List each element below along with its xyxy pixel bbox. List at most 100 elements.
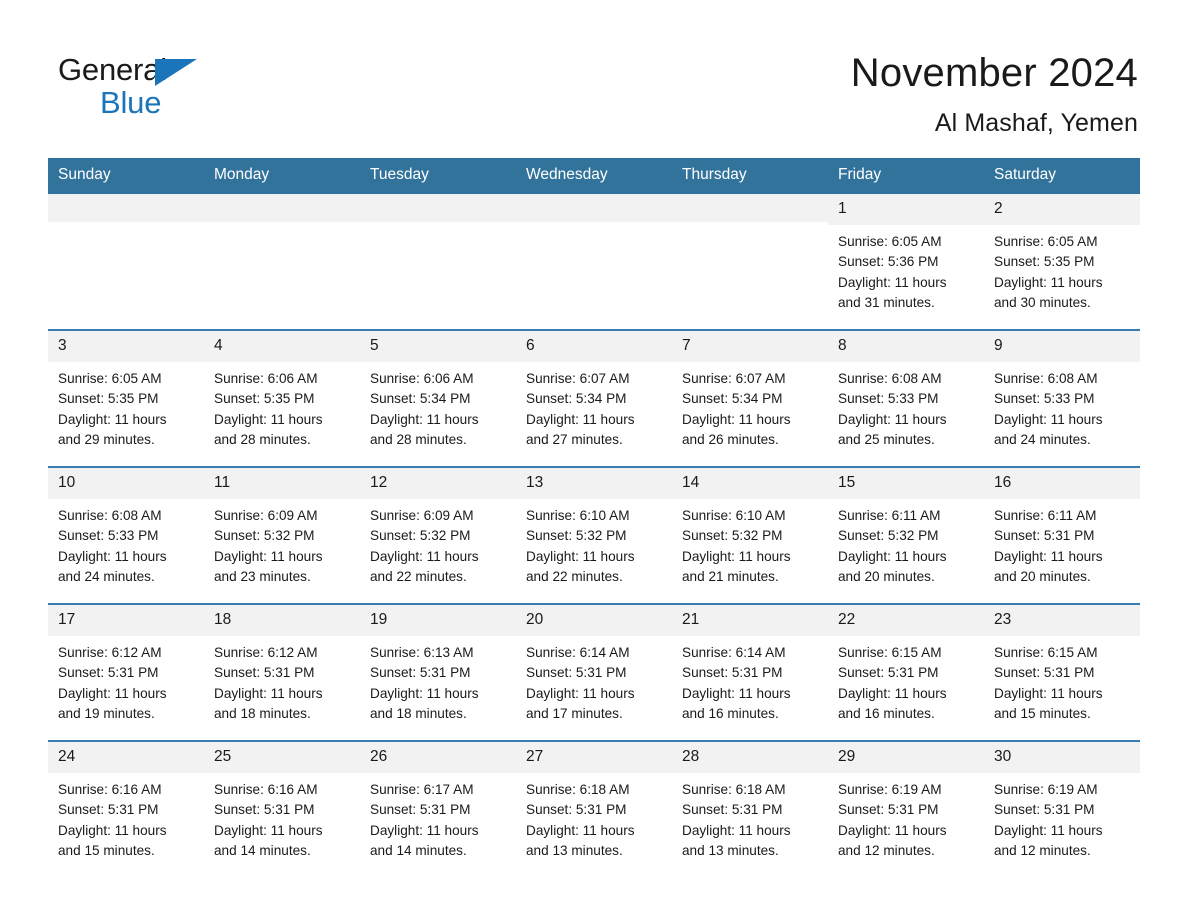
- calendar-day-cell[interactable]: 13 Sunrise: 6:10 AM Sunset: 5:32 PM Dayligh…: [516, 467, 672, 603]
- calendar-day-cell[interactable]: 29 Sunrise: 6:19 AM Sunset: 5:31 PM Dayligh…: [828, 741, 984, 877]
- sunset-time: Sunset: 5:31 PM: [994, 528, 1095, 544]
- day-number: [672, 193, 828, 222]
- day-number: 29: [828, 741, 984, 774]
- sunrise-time: Sunrise: 6:14 AM: [682, 645, 786, 661]
- sunset-time: Sunset: 5:31 PM: [370, 802, 471, 818]
- calendar-day-cell[interactable]: 21 Sunrise: 6:14 AM Sunset: 5:31 PM Dayligh…: [672, 604, 828, 740]
- daylight-duration-line1: Daylight: 11 hours: [994, 411, 1103, 427]
- day-number: [48, 193, 204, 222]
- day-details: Sunrise: 6:12 AM Sunset: 5:31 PM Daylight:…: [204, 636, 360, 724]
- daylight-duration-line1: Daylight: 11 hours: [994, 274, 1103, 290]
- calendar-grid: Sunday Monday Tuesday Wednesday Thursday Frid…: [48, 158, 1140, 877]
- calendar-day-cell[interactable]: 25 Sunrise: 6:16 AM Sunset: 5:31 PM Dayligh…: [204, 741, 360, 877]
- calendar-page: General Blue November 2024 Al Mashaf, Ye…: [0, 0, 1188, 918]
- daylight-duration-line1: Daylight: 11 hours: [682, 685, 791, 701]
- day-details: Sunrise: 6:08 AM Sunset: 5:33 PM Daylight:…: [48, 499, 204, 587]
- calendar-day-cell[interactable]: 24 Sunrise: 6:16 AM Sunset: 5:31 PM Dayligh…: [48, 741, 204, 877]
- daylight-duration-line1: Daylight: 11 hours: [838, 685, 947, 701]
- sunset-time: Sunset: 5:31 PM: [370, 665, 471, 681]
- calendar-day-cell[interactable]: 2 Sunrise: 6:05 AM Sunset: 5:35 PM Daylight…: [984, 193, 1140, 329]
- day-number: 1: [828, 193, 984, 226]
- day-number: 17: [48, 604, 204, 637]
- calendar-day-cell[interactable]: 30 Sunrise: 6:19 AM Sunset: 5:31 PM Dayligh…: [984, 741, 1140, 877]
- calendar-day-cell[interactable]: 8 Sunrise: 6:08 AM Sunset: 5:33 PM Daylight…: [828, 330, 984, 466]
- day-number: [360, 193, 516, 222]
- day-number: 5: [360, 330, 516, 363]
- day-number: 14: [672, 467, 828, 500]
- day-number: 9: [984, 330, 1140, 363]
- daylight-duration-line2: and 29 minutes.: [58, 431, 155, 447]
- calendar-day-cell[interactable]: 14 Sunrise: 6:10 AM Sunset: 5:32 PM Dayligh…: [672, 467, 828, 603]
- day-number: 22: [828, 604, 984, 637]
- calendar-day-cell[interactable]: 18 Sunrise: 6:12 AM Sunset: 5:31 PM Dayligh…: [204, 604, 360, 740]
- day-number: [204, 193, 360, 222]
- day-number: 13: [516, 467, 672, 500]
- day-details: Sunrise: 6:19 AM Sunset: 5:31 PM Daylight:…: [828, 773, 984, 861]
- sunset-time: Sunset: 5:31 PM: [838, 802, 939, 818]
- daylight-duration-line2: and 13 minutes.: [682, 842, 779, 858]
- sunrise-time: Sunrise: 6:05 AM: [838, 234, 942, 250]
- calendar-day-cell[interactable]: 27 Sunrise: 6:18 AM Sunset: 5:31 PM Dayligh…: [516, 741, 672, 877]
- daylight-duration-line2: and 20 minutes.: [994, 568, 1091, 584]
- calendar-day-cell[interactable]: 17 Sunrise: 6:12 AM Sunset: 5:31 PM Dayligh…: [48, 604, 204, 740]
- calendar-day-cell[interactable]: 22 Sunrise: 6:15 AM Sunset: 5:31 PM Dayligh…: [828, 604, 984, 740]
- sunrise-time: Sunrise: 6:10 AM: [526, 508, 630, 524]
- sunset-time: Sunset: 5:33 PM: [994, 391, 1095, 407]
- day-number: 19: [360, 604, 516, 637]
- day-number: 4: [204, 330, 360, 363]
- day-number: 26: [360, 741, 516, 774]
- calendar-day-cell[interactable]: 15 Sunrise: 6:11 AM Sunset: 5:32 PM Dayligh…: [828, 467, 984, 603]
- day-details: Sunrise: 6:14 AM Sunset: 5:31 PM Daylight:…: [516, 636, 672, 724]
- sunrise-time: Sunrise: 6:16 AM: [214, 782, 318, 798]
- day-details: Sunrise: 6:19 AM Sunset: 5:31 PM Daylight:…: [984, 773, 1140, 861]
- calendar-day-cell[interactable]: 19 Sunrise: 6:13 AM Sunset: 5:31 PM Dayligh…: [360, 604, 516, 740]
- calendar-day-cell[interactable]: 28 Sunrise: 6:18 AM Sunset: 5:31 PM Dayligh…: [672, 741, 828, 877]
- day-details: Sunrise: 6:10 AM Sunset: 5:32 PM Daylight:…: [672, 499, 828, 587]
- daylight-duration-line2: and 21 minutes.: [682, 568, 779, 584]
- daylight-duration-line2: and 12 minutes.: [838, 842, 935, 858]
- day-number: 16: [984, 467, 1140, 500]
- calendar-day-cell[interactable]: 11 Sunrise: 6:09 AM Sunset: 5:32 PM Dayligh…: [204, 467, 360, 603]
- calendar-day-cell[interactable]: 10 Sunrise: 6:08 AM Sunset: 5:33 PM Dayligh…: [48, 467, 204, 603]
- sunrise-time: Sunrise: 6:13 AM: [370, 645, 474, 661]
- calendar-day-cell[interactable]: 1 Sunrise: 6:05 AM Sunset: 5:36 PM Daylight…: [828, 193, 984, 329]
- sunrise-time: Sunrise: 6:05 AM: [994, 234, 1098, 250]
- sunset-time: Sunset: 5:35 PM: [58, 391, 159, 407]
- daylight-duration-line1: Daylight: 11 hours: [838, 274, 947, 290]
- calendar-day-cell[interactable]: 7 Sunrise: 6:07 AM Sunset: 5:34 PM Daylight…: [672, 330, 828, 466]
- calendar-day-cell[interactable]: 6 Sunrise: 6:07 AM Sunset: 5:34 PM Daylight…: [516, 330, 672, 466]
- sunset-time: Sunset: 5:32 PM: [214, 528, 315, 544]
- sunset-time: Sunset: 5:35 PM: [214, 391, 315, 407]
- daylight-duration-line1: Daylight: 11 hours: [838, 411, 947, 427]
- day-number: 21: [672, 604, 828, 637]
- weekday-header-friday: Friday: [838, 166, 882, 183]
- calendar-day-cell[interactable]: 23 Sunrise: 6:15 AM Sunset: 5:31 PM Dayligh…: [984, 604, 1140, 740]
- calendar-day-cell[interactable]: 5 Sunrise: 6:06 AM Sunset: 5:34 PM Daylight…: [360, 330, 516, 466]
- sunset-time: Sunset: 5:31 PM: [214, 665, 315, 681]
- calendar-day-cell[interactable]: 12 Sunrise: 6:09 AM Sunset: 5:32 PM Dayligh…: [360, 467, 516, 603]
- calendar-day-cell[interactable]: 3 Sunrise: 6:05 AM Sunset: 5:35 PM Daylight…: [48, 330, 204, 466]
- sunrise-time: Sunrise: 6:19 AM: [838, 782, 942, 798]
- sunrise-time: Sunrise: 6:07 AM: [526, 371, 630, 387]
- calendar-day-cell[interactable]: 16 Sunrise: 6:11 AM Sunset: 5:31 PM Dayligh…: [984, 467, 1140, 603]
- sunset-time: Sunset: 5:31 PM: [682, 665, 783, 681]
- sunrise-time: Sunrise: 6:10 AM: [682, 508, 786, 524]
- sunset-time: Sunset: 5:34 PM: [370, 391, 471, 407]
- sunrise-time: Sunrise: 6:17 AM: [370, 782, 474, 798]
- calendar-day-cell[interactable]: 20 Sunrise: 6:14 AM Sunset: 5:31 PM Dayligh…: [516, 604, 672, 740]
- day-details: Sunrise: 6:08 AM Sunset: 5:33 PM Daylight:…: [984, 362, 1140, 450]
- calendar-day-cell-empty: [204, 193, 360, 329]
- sunrise-time: Sunrise: 6:15 AM: [994, 645, 1098, 661]
- calendar-weeks: 1 Sunrise: 6:05 AM Sunset: 5:36 PM Daylight…: [48, 193, 1140, 877]
- calendar-day-cell[interactable]: 9 Sunrise: 6:08 AM Sunset: 5:33 PM Daylight…: [984, 330, 1140, 466]
- day-number: 18: [204, 604, 360, 637]
- day-number: 30: [984, 741, 1140, 774]
- calendar-day-cell[interactable]: 4 Sunrise: 6:06 AM Sunset: 5:35 PM Daylight…: [204, 330, 360, 466]
- sunset-time: Sunset: 5:33 PM: [838, 391, 939, 407]
- daylight-duration-line1: Daylight: 11 hours: [526, 411, 635, 427]
- sunrise-time: Sunrise: 6:16 AM: [58, 782, 162, 798]
- calendar-day-cell[interactable]: 26 Sunrise: 6:17 AM Sunset: 5:31 PM Dayligh…: [360, 741, 516, 877]
- day-details: Sunrise: 6:08 AM Sunset: 5:33 PM Daylight:…: [828, 362, 984, 450]
- location-subtitle: Al Mashaf, Yemen: [934, 109, 1138, 137]
- daylight-duration-line1: Daylight: 11 hours: [58, 411, 167, 427]
